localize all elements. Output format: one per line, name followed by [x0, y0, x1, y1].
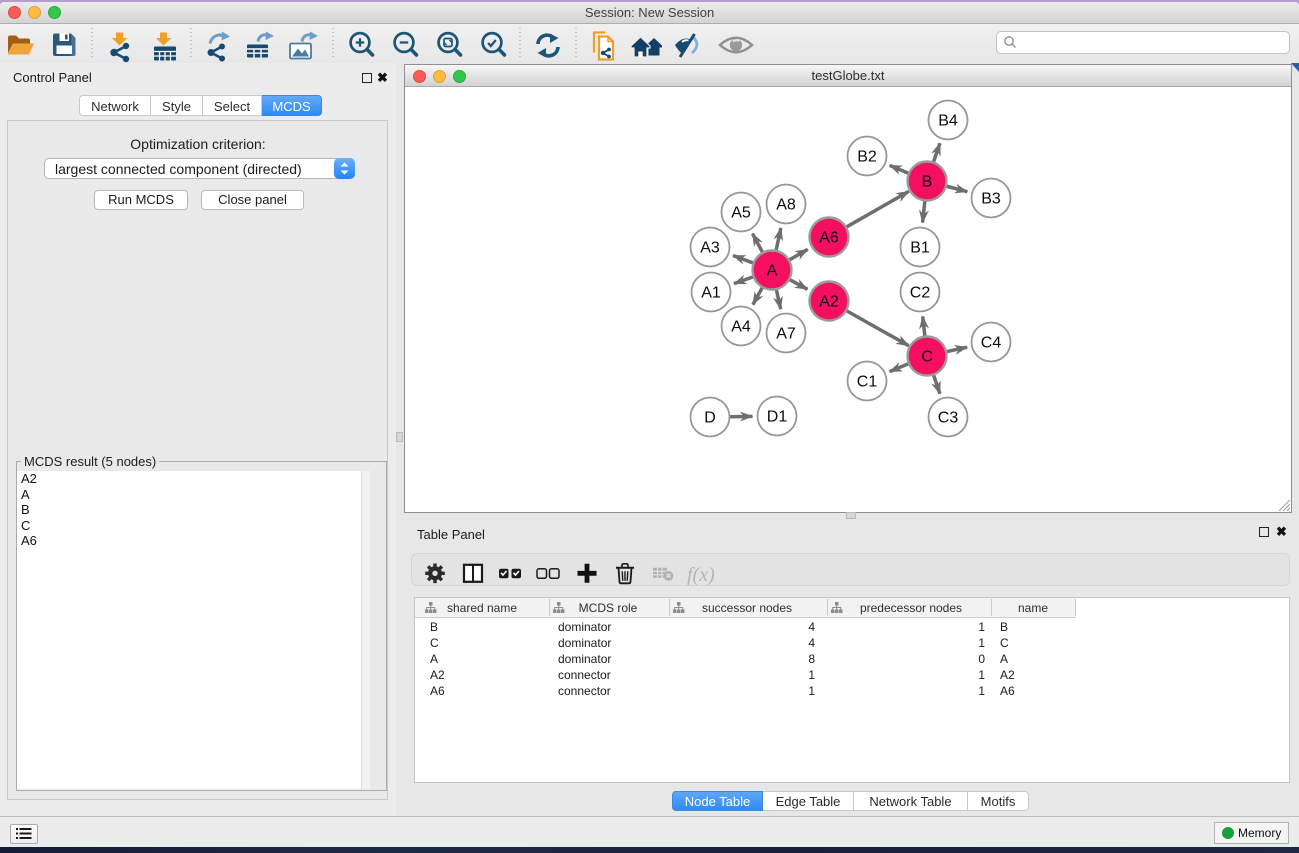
svg-text:C: C: [921, 349, 933, 366]
svg-text:B4: B4: [938, 113, 958, 130]
svg-text:A1: A1: [701, 285, 721, 302]
svg-text:A2: A2: [819, 294, 839, 311]
svg-text:C1: C1: [857, 374, 878, 391]
svg-text:B2: B2: [857, 149, 877, 166]
svg-text:A: A: [767, 263, 778, 280]
svg-text:shared name: shared name: [447, 601, 517, 615]
svg-text:B3: B3: [981, 191, 1001, 208]
svg-text:f(x): f(x): [687, 564, 715, 585]
svg-text:C3: C3: [938, 410, 959, 427]
svg-text:successor nodes: successor nodes: [702, 601, 792, 615]
svg-text:A5: A5: [731, 205, 751, 222]
svg-text:A4: A4: [731, 319, 751, 336]
svg-text:C4: C4: [981, 335, 1002, 352]
svg-text:name: name: [1018, 601, 1048, 615]
svg-text:A6: A6: [819, 230, 839, 247]
svg-text:A8: A8: [776, 197, 796, 214]
svg-text:C2: C2: [910, 285, 931, 302]
svg-text:MCDS role: MCDS role: [579, 601, 638, 615]
svg-text:A7: A7: [776, 326, 796, 343]
svg-text:D1: D1: [767, 409, 788, 426]
svg-text:B: B: [922, 174, 933, 191]
svg-text:D: D: [704, 410, 716, 427]
svg-text:B1: B1: [910, 240, 930, 257]
svg-text:A3: A3: [700, 240, 720, 257]
svg-text:predecessor nodes: predecessor nodes: [860, 601, 962, 615]
